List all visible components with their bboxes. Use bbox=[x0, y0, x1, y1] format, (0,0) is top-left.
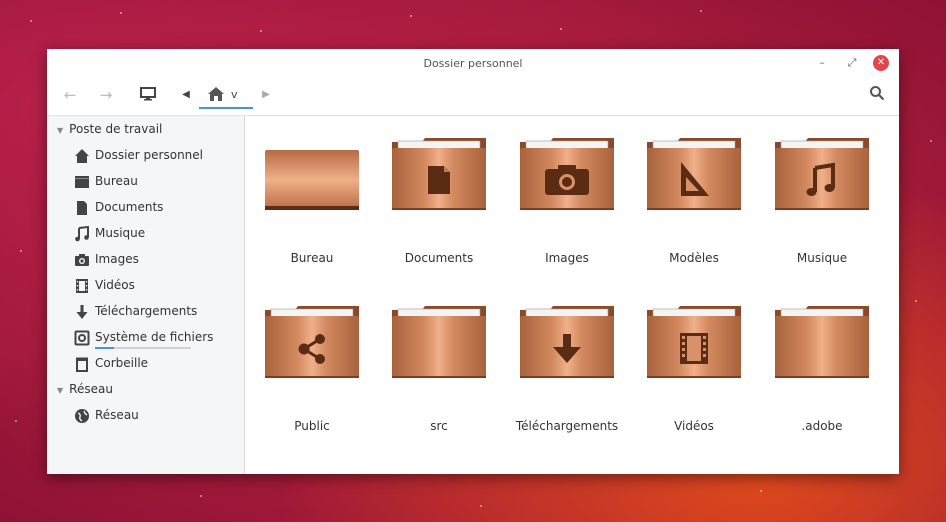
maximize-button[interactable]: ⤢ bbox=[844, 55, 860, 71]
search-icon bbox=[870, 86, 885, 101]
network-icon bbox=[75, 409, 89, 423]
home-icon bbox=[75, 149, 89, 163]
file-name: Images bbox=[545, 251, 589, 265]
file-item-modeles[interactable]: Modèles bbox=[634, 138, 754, 268]
sidebar-item-label: Bureau bbox=[95, 174, 138, 188]
sidebar-section-title: Poste de travail bbox=[69, 122, 163, 136]
back-button[interactable]: ← bbox=[60, 85, 80, 105]
expander-icon: ▼ bbox=[57, 126, 64, 135]
file-name: Modèles bbox=[669, 251, 719, 265]
music-icon bbox=[75, 226, 89, 242]
file-item-documents[interactable]: Documents bbox=[379, 138, 499, 268]
file-name: Public bbox=[294, 419, 330, 433]
videos-folder-icon bbox=[647, 306, 741, 378]
breadcrumb-label: v bbox=[231, 88, 238, 101]
expander-icon: ▼ bbox=[57, 386, 64, 395]
desktop-icon bbox=[75, 176, 89, 188]
music-folder-icon bbox=[775, 138, 869, 210]
file-name: Musique bbox=[796, 251, 848, 265]
sidebar-section-title: Réseau bbox=[69, 382, 113, 396]
file-name: Bureau bbox=[290, 251, 334, 265]
sidebar-item-trash[interactable]: Corbeille bbox=[74, 354, 234, 374]
breadcrumb-home[interactable]: v bbox=[199, 82, 253, 109]
download-icon bbox=[76, 305, 88, 319]
film-icon bbox=[76, 279, 88, 293]
computer-icon bbox=[140, 87, 156, 101]
sidebar-item-label: Dossier personnel bbox=[95, 148, 204, 162]
computer-button[interactable] bbox=[138, 85, 158, 105]
downloads-folder-icon bbox=[520, 306, 614, 378]
pictures-folder-icon bbox=[520, 138, 614, 210]
forward-button[interactable]: → bbox=[96, 85, 116, 105]
file-item-musique[interactable]: Musique bbox=[762, 138, 882, 268]
minimize-button[interactable]: – bbox=[814, 55, 830, 71]
sidebar-item-label: Musique bbox=[95, 226, 146, 240]
sidebar-item-label: Réseau bbox=[95, 408, 139, 422]
search-button[interactable] bbox=[867, 85, 887, 105]
toolbar: ← → ◀ v ▶ bbox=[47, 77, 899, 113]
file-name: src bbox=[430, 419, 448, 433]
trash-icon bbox=[76, 357, 88, 372]
file-item-public[interactable]: Public bbox=[252, 306, 372, 436]
titlebar[interactable]: Dossier personnel – ⤢ ✕ bbox=[47, 49, 899, 77]
documents-folder-icon bbox=[392, 138, 486, 210]
file-name: Vidéos bbox=[674, 419, 714, 433]
file-view: Bureau Documents Images Modèles Musique … bbox=[246, 115, 899, 474]
pathbar-scroll-right-button[interactable]: ▶ bbox=[256, 85, 276, 105]
close-button[interactable]: ✕ bbox=[873, 55, 889, 71]
camera-icon bbox=[75, 254, 89, 266]
sidebar-item-desktop[interactable]: Bureau bbox=[74, 172, 234, 192]
sidebar-item-home[interactable]: Dossier personnel bbox=[74, 146, 234, 166]
file-item-src[interactable]: src bbox=[379, 306, 499, 436]
sidebar: ▼ Poste de travail Dossier personnel Bure… bbox=[47, 115, 245, 474]
drive-icon bbox=[74, 330, 90, 346]
templates-folder-icon bbox=[647, 138, 741, 210]
disk-usage-fill bbox=[95, 347, 115, 349]
sidebar-item-label: Vidéos bbox=[95, 278, 135, 292]
file-name: Téléchargements bbox=[515, 419, 619, 433]
sidebar-item-pictures[interactable]: Images bbox=[74, 250, 234, 270]
pathbar-scroll-left-button[interactable]: ◀ bbox=[176, 85, 196, 105]
document-icon bbox=[77, 201, 87, 215]
sidebar-item-filesystem[interactable]: Système de fichiers bbox=[74, 328, 234, 349]
file-name: .adobe bbox=[801, 419, 843, 433]
sidebar-section-devices[interactable]: ▼ Poste de travail bbox=[57, 122, 162, 136]
sidebar-item-music[interactable]: Musique bbox=[74, 224, 234, 244]
sidebar-item-label: Système de fichiers bbox=[95, 330, 214, 344]
sidebar-item-label: Téléchargements bbox=[95, 304, 198, 318]
window-title: Dossier personnel bbox=[423, 57, 523, 70]
sidebar-item-downloads[interactable]: Téléchargements bbox=[74, 302, 234, 322]
file-item-bureau[interactable]: Bureau bbox=[252, 138, 372, 268]
file-item-telechargements[interactable]: Téléchargements bbox=[507, 306, 627, 436]
sidebar-item-label: Corbeille bbox=[95, 356, 149, 370]
sidebar-item-label: Documents bbox=[95, 200, 164, 214]
public-folder-icon bbox=[265, 306, 359, 378]
file-item-images[interactable]: Images bbox=[507, 138, 627, 268]
folder-icon bbox=[775, 306, 869, 378]
folder-icon bbox=[392, 306, 486, 378]
sidebar-item-network[interactable]: Réseau bbox=[74, 406, 234, 426]
sidebar-item-label: Images bbox=[95, 252, 139, 266]
sidebar-item-documents[interactable]: Documents bbox=[74, 198, 234, 218]
home-icon bbox=[208, 87, 224, 101]
sidebar-item-videos[interactable]: Vidéos bbox=[74, 276, 234, 296]
file-item-videos[interactable]: Vidéos bbox=[634, 306, 754, 436]
file-name: Documents bbox=[404, 251, 474, 265]
desktop-folder-icon bbox=[265, 150, 359, 210]
file-item-adobe[interactable]: .adobe bbox=[762, 306, 882, 436]
disk-usage-bar bbox=[95, 347, 191, 349]
file-manager-window: Dossier personnel – ⤢ ✕ ← → ◀ v ▶ ▼ Post… bbox=[47, 49, 899, 474]
sidebar-section-network[interactable]: ▼ Réseau bbox=[57, 382, 113, 396]
